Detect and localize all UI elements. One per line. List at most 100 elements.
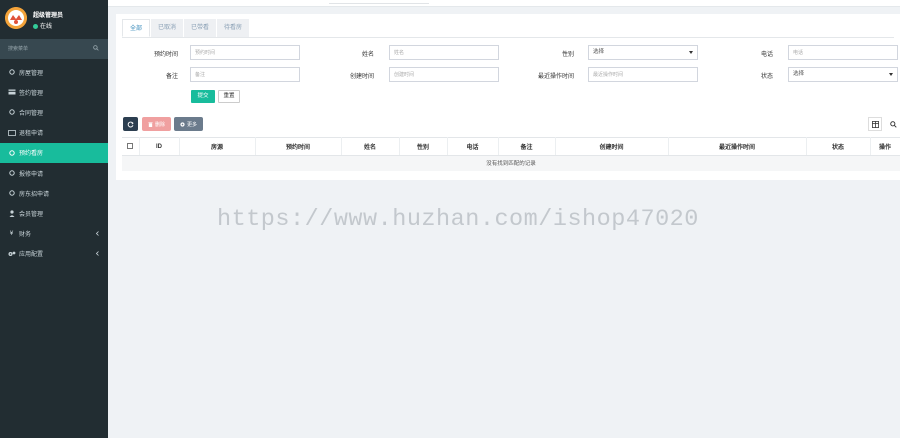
column-header-status[interactable]: 状态 [806,137,871,156]
trash-icon [148,121,153,127]
gender-label: 性别 [561,52,574,58]
sidebar-item-finance[interactable]: ¥ 财务 [0,224,108,244]
caret-down-icon [689,51,693,54]
column-header-create-time[interactable]: 创建时间 [555,137,669,156]
more-button[interactable]: 更多 [174,117,203,131]
appointment-time-label: 预约时间 [153,52,178,58]
top-header [108,0,900,7]
circle-icon [7,170,16,177]
sidebar-item-landlord[interactable]: 房东招申请 [0,183,108,203]
sidebar-item-house[interactable]: 房屋管理 [0,62,108,82]
delete-button-label: 删除 [154,121,165,128]
name-label: 姓名 [361,52,374,58]
status-label: 状态 [760,74,773,80]
refresh-icon [127,121,134,127]
refresh-button[interactable] [123,117,138,131]
circle-icon [7,109,16,116]
column-header-name[interactable]: 姓名 [341,137,400,156]
table-empty-row: 没有找到匹配的记录 [122,155,900,171]
remark-label: 备注 [165,74,178,80]
columns-icon [871,120,879,128]
table-search-button[interactable] [886,117,900,131]
last-op-time-label: 最近操作时间 [537,74,574,80]
column-header-actions: 操作 [870,137,900,156]
create-time-input[interactable] [389,67,499,82]
phone-label: 电话 [760,52,773,58]
yen-icon: ¥ [9,230,14,237]
search-icon[interactable] [93,45,99,51]
submit-button[interactable]: 提交 [191,90,215,103]
online-dot-icon [33,24,38,29]
header-divider [329,3,429,4]
card-outline-icon [7,129,16,136]
select-all-checkbox[interactable] [127,142,134,149]
sidebar-item-contract[interactable]: 合同管理 [0,102,108,122]
last-op-time-input[interactable] [588,67,698,82]
user-status-text: 在线 [40,24,53,30]
status-select[interactable]: 选择 [788,67,898,82]
remark-input[interactable] [190,67,300,82]
tab-divider [122,37,894,38]
name-input[interactable] [389,45,499,60]
card-icon [7,89,16,96]
search-icon [889,120,897,128]
column-header-remark[interactable]: 备注 [498,137,556,156]
avatar[interactable] [5,7,27,29]
column-header-gender[interactable]: 性别 [399,137,448,156]
watermark: https://www.huzhan.com/ishop47020 [217,206,699,233]
user-status: 在线 [33,21,52,30]
sidebar-search-input[interactable] [0,39,85,59]
sidebar-item-label: 退租申请 [19,131,44,138]
gender-select[interactable]: 选择 [588,45,698,60]
select-all-cell [122,137,140,156]
sidebar-item-app-config[interactable]: 应用配置 [0,244,108,264]
delete-button[interactable]: 删除 [142,117,171,131]
column-header-appointment-time[interactable]: 预约时间 [255,137,342,156]
columns-toggle-button[interactable] [868,117,882,131]
create-time-label: 创建时间 [349,74,374,80]
column-header-last-op-time[interactable]: 最近操作时间 [668,137,807,156]
sidebar-item-repair[interactable]: 报修申请 [0,163,108,183]
status-select-value: 选择 [793,71,805,77]
appointments-table: ID 房源 预约时间 姓名 性别 电话 备注 创建时间 最近操作时间 状态 操作… [122,137,900,171]
sidebar-item-label: 房屋管理 [19,70,44,77]
sidebar-item-label: 财务 [19,232,32,239]
tab-bar: 全部 已取消 已带看 待看房 [122,19,250,37]
sidebar-item-label: 会员管理 [19,211,44,218]
circle-icon [7,190,16,197]
tab-cancelled[interactable]: 已取消 [151,19,184,37]
more-button-label: 更多 [186,121,197,128]
column-header-id[interactable]: ID [139,137,180,156]
caret-down-icon [889,73,893,76]
sidebar-item-label: 应用配置 [19,252,44,259]
sidebar-item-label: 报修申请 [19,171,44,178]
table-header-row: ID 房源 预约时间 姓名 性别 电话 备注 创建时间 最近操作时间 状态 操作 [122,137,900,156]
sidebar-item-members[interactable]: 会员管理 [0,203,108,223]
circle-icon [7,149,16,156]
gender-select-value: 选择 [593,49,605,55]
main-panel: 全部 已取消 已带看 待看房 预约时间 姓名 性别 选择 电话 备注 创建时间 … [116,14,900,180]
user-name: 超级管理员 [33,13,64,19]
chevron-left-icon [95,230,99,238]
sidebar-search [0,39,108,59]
sidebar-item-label: 预约看房 [19,151,44,158]
reset-button[interactable]: 重置 [218,90,240,103]
tab-viewed[interactable]: 已带看 [184,19,217,37]
tab-all[interactable]: 全部 [122,19,151,37]
sidebar-item-label: 合同管理 [19,110,44,117]
column-header-phone[interactable]: 电话 [447,137,499,156]
empty-message: 没有找到匹配的记录 [122,155,900,171]
user-panel: 超级管理员 在线 [0,0,108,38]
cogs-icon [7,250,16,257]
sidebar-item-termination[interactable]: 退租申请 [0,123,108,143]
sidebar-item-signing[interactable]: 签约管理 [0,82,108,102]
sidebar-item-appointment[interactable]: 预约看房 [0,142,108,163]
appointment-time-input[interactable] [190,45,300,60]
sidebar-item-label: 房东招申请 [19,191,50,198]
tab-pending[interactable]: 待看房 [217,19,250,37]
circle-icon [7,69,16,76]
phone-input[interactable] [788,45,898,60]
cog-icon [180,121,185,127]
chevron-left-icon [95,250,99,258]
column-header-house[interactable]: 房源 [179,137,256,156]
